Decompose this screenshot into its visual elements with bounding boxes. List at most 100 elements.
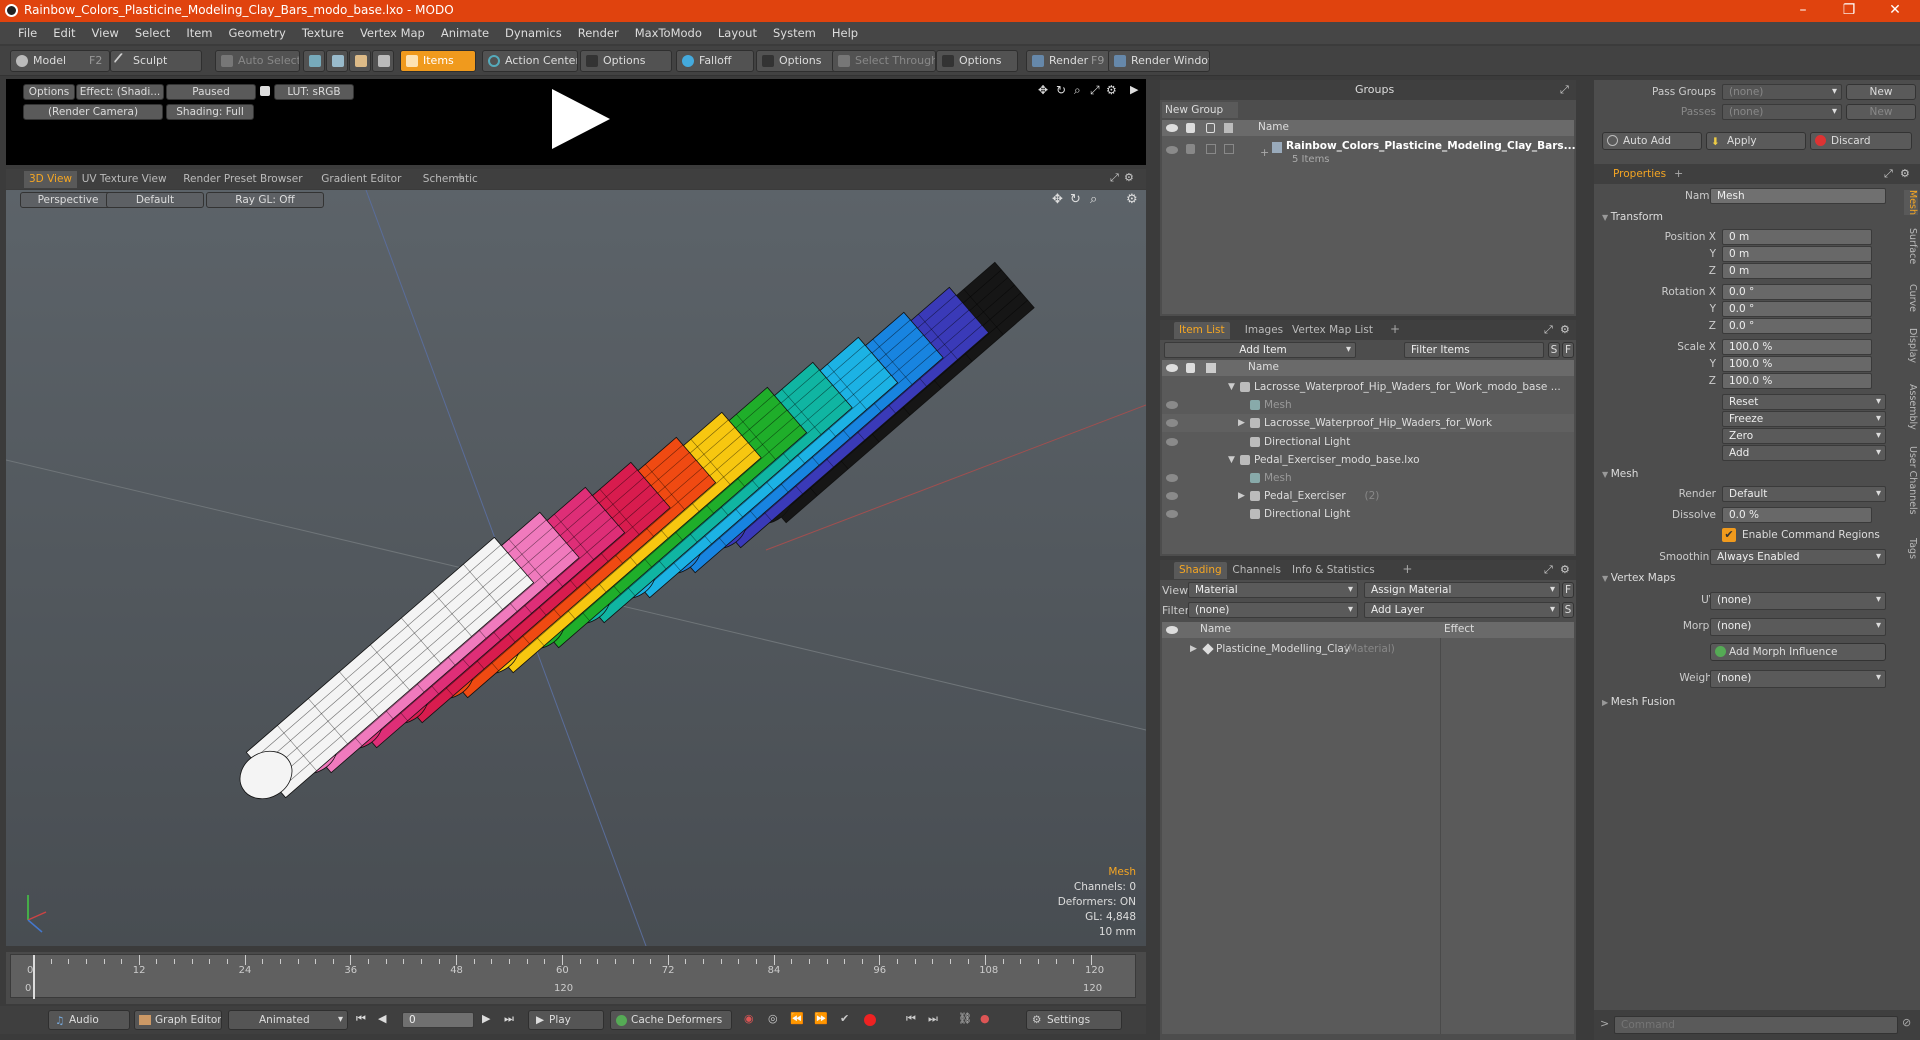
items-mode-button[interactable]: Items xyxy=(400,50,476,72)
eye-icon[interactable] xyxy=(1166,364,1178,372)
menu-file[interactable]: File xyxy=(10,26,45,40)
position-y-field[interactable]: 0 m xyxy=(1722,246,1872,262)
mesh-section[interactable]: ▼ Mesh xyxy=(1602,468,1638,480)
expand-icon[interactable]: ⤢ xyxy=(1544,563,1553,577)
scale-x-field[interactable]: 100.0 % xyxy=(1722,339,1872,355)
preview-options-button[interactable]: Options xyxy=(23,84,75,100)
expand-arrow-icon[interactable]: ▶ xyxy=(1238,414,1245,432)
play-icon[interactable] xyxy=(546,85,614,153)
gear-icon[interactable]: ⚙ xyxy=(1560,563,1570,576)
list-item[interactable]: ▶ Pedal_Exerciser (2) xyxy=(1162,487,1574,505)
key-options-icon[interactable]: ◎ xyxy=(768,1012,778,1025)
record-options-icon[interactable]: ● xyxy=(980,1012,990,1025)
eye-icon[interactable] xyxy=(1166,146,1178,154)
menu-layout[interactable]: Layout xyxy=(710,26,765,40)
type-icon[interactable] xyxy=(1206,363,1216,373)
tab-images[interactable]: Images xyxy=(1240,322,1288,339)
filter-dropdown[interactable]: (none) xyxy=(1188,602,1358,618)
name-field[interactable]: Mesh xyxy=(1710,188,1886,204)
eye-icon[interactable] xyxy=(1166,437,1178,446)
record-icon[interactable] xyxy=(864,1014,876,1026)
move-icon[interactable]: ✥ xyxy=(1038,83,1048,97)
enable-command-checkbox[interactable]: ✔ xyxy=(1722,528,1736,542)
add-tab-icon[interactable]: + xyxy=(1390,322,1400,336)
checkbox-icon[interactable] xyxy=(1206,144,1216,154)
action-center-button[interactable]: Action Center xyxy=(482,50,578,72)
item-list[interactable]: Name ▼ Lacrosse_Waterproof_Hip_Waders_for… xyxy=(1162,360,1574,554)
position-z-field[interactable]: 0 m xyxy=(1722,263,1872,279)
menu-system[interactable]: System xyxy=(765,26,824,40)
list-item[interactable]: Mesh xyxy=(1162,396,1574,414)
vertex-maps-section[interactable]: ▼ Vertex Maps xyxy=(1602,572,1675,584)
skip-key-end-icon[interactable]: ⏭ xyxy=(928,1012,938,1026)
gear-icon[interactable]: ⚙ xyxy=(1900,167,1910,180)
freeze-dropdown[interactable]: Freeze xyxy=(1722,411,1886,427)
menu-render[interactable]: Render xyxy=(570,26,627,40)
add-item-dropdown[interactable]: Add Item xyxy=(1164,342,1356,358)
menu-select[interactable]: Select xyxy=(127,26,178,40)
tab-gradient-editor[interactable]: Gradient Editor xyxy=(316,171,406,188)
side-tab-tags[interactable]: Tags xyxy=(1904,538,1918,559)
shader-tree[interactable]: Name Effect ▶ Plasticine_Modelling_Clay … xyxy=(1162,622,1574,1034)
eye-icon[interactable] xyxy=(1166,419,1178,428)
current-frame-field[interactable]: 0 xyxy=(402,1012,474,1028)
menu-item[interactable]: Item xyxy=(178,26,220,40)
vertices-mode-button[interactable] xyxy=(303,50,325,72)
side-tab-display[interactable]: Display xyxy=(1904,328,1918,363)
rotate-icon[interactable]: ↻ xyxy=(1056,83,1066,97)
transform-section[interactable]: ▼ Transform xyxy=(1602,211,1663,223)
expand-icon[interactable]: ⤢ xyxy=(1110,171,1119,185)
arrow-right-icon[interactable]: ▶ xyxy=(1130,83,1138,96)
filter-items-input[interactable]: Filter Items xyxy=(1404,342,1544,358)
eye-icon[interactable] xyxy=(1166,492,1178,501)
menu-texture[interactable]: Texture xyxy=(294,26,352,40)
menu-edit[interactable]: Edit xyxy=(45,26,83,40)
gear-icon[interactable]: ⚙ xyxy=(1124,171,1134,184)
new-group-button[interactable]: New Group xyxy=(1162,102,1238,118)
polygons-mode-button[interactable] xyxy=(349,50,371,72)
settings-button[interactable]: ⚙ Settings xyxy=(1026,1010,1122,1030)
add-tab-icon[interactable]: + xyxy=(455,170,465,184)
timeline-ruler[interactable]: 0 12 24 36 48 60 72 84 96 108 120 0 120 120 xyxy=(10,954,1136,999)
lut-dropdown[interactable]: LUT: sRGB xyxy=(274,84,354,100)
expand-icon[interactable]: ⤢ xyxy=(1560,83,1569,97)
morph-dropdown[interactable]: (none) xyxy=(1710,618,1886,636)
eye-icon[interactable] xyxy=(1166,124,1178,132)
menu-vertex-map[interactable]: Vertex Map xyxy=(352,26,433,40)
discard-button[interactable]: Discard xyxy=(1810,132,1912,150)
skip-key-start-icon[interactable]: ⏮ xyxy=(906,1012,916,1026)
reset-dropdown[interactable]: Reset xyxy=(1722,394,1886,410)
rotation-z-field[interactable]: 0.0 ° xyxy=(1722,318,1872,334)
menu-help[interactable]: Help xyxy=(824,26,866,40)
tab-channels[interactable]: Channels xyxy=(1227,562,1286,579)
gear-icon[interactable]: ⚙ xyxy=(1106,83,1117,97)
command-input[interactable] xyxy=(1614,1016,1898,1034)
shader-row[interactable]: ▶ Plasticine_Modelling_Clay (Material) xyxy=(1162,640,1440,658)
render-button[interactable]: Render F9 xyxy=(1026,50,1110,72)
lock-icon[interactable] xyxy=(1186,363,1195,373)
select-through-options-button[interactable]: Options xyxy=(936,50,1018,72)
playhead[interactable] xyxy=(33,955,35,999)
prev-key-icon[interactable]: ⏪ xyxy=(790,1012,804,1025)
paused-button[interactable]: Paused xyxy=(166,84,256,100)
tab-shading[interactable]: Shading xyxy=(1174,562,1227,579)
pass-groups-dropdown[interactable]: (none) xyxy=(1722,84,1842,100)
effect-dropdown[interactable]: Effect: (Shadi... xyxy=(76,84,164,100)
lock-icon[interactable] xyxy=(260,86,270,96)
tab-uv-texture-view[interactable]: UV Texture View xyxy=(77,171,172,188)
action-center-options-button[interactable]: Options xyxy=(580,50,672,72)
expand-icon[interactable]: ⤢ xyxy=(1090,83,1100,98)
minimize-icon[interactable]: – xyxy=(1780,0,1826,22)
side-tab-surface[interactable]: Surface xyxy=(1904,228,1918,264)
history-icon[interactable]: ⊘ xyxy=(1902,1016,1911,1029)
falloff-options-button[interactable]: Options xyxy=(756,50,836,72)
zoom-icon[interactable]: ⌕ xyxy=(1074,83,1081,98)
select-icon[interactable] xyxy=(1206,123,1215,133)
audio-button[interactable]: ♫ Audio xyxy=(48,1010,130,1030)
groups-list[interactable]: Name + Rainbow_Colors_Plasticine_Modelin… xyxy=(1162,120,1576,314)
new-pass-button[interactable]: New xyxy=(1846,104,1916,120)
animated-dropdown[interactable]: Animated xyxy=(228,1010,348,1030)
menu-view[interactable]: View xyxy=(84,26,127,40)
passes-dropdown[interactable]: (none) xyxy=(1722,104,1842,120)
expand-arrow-icon[interactable]: ▼ xyxy=(1228,451,1235,469)
